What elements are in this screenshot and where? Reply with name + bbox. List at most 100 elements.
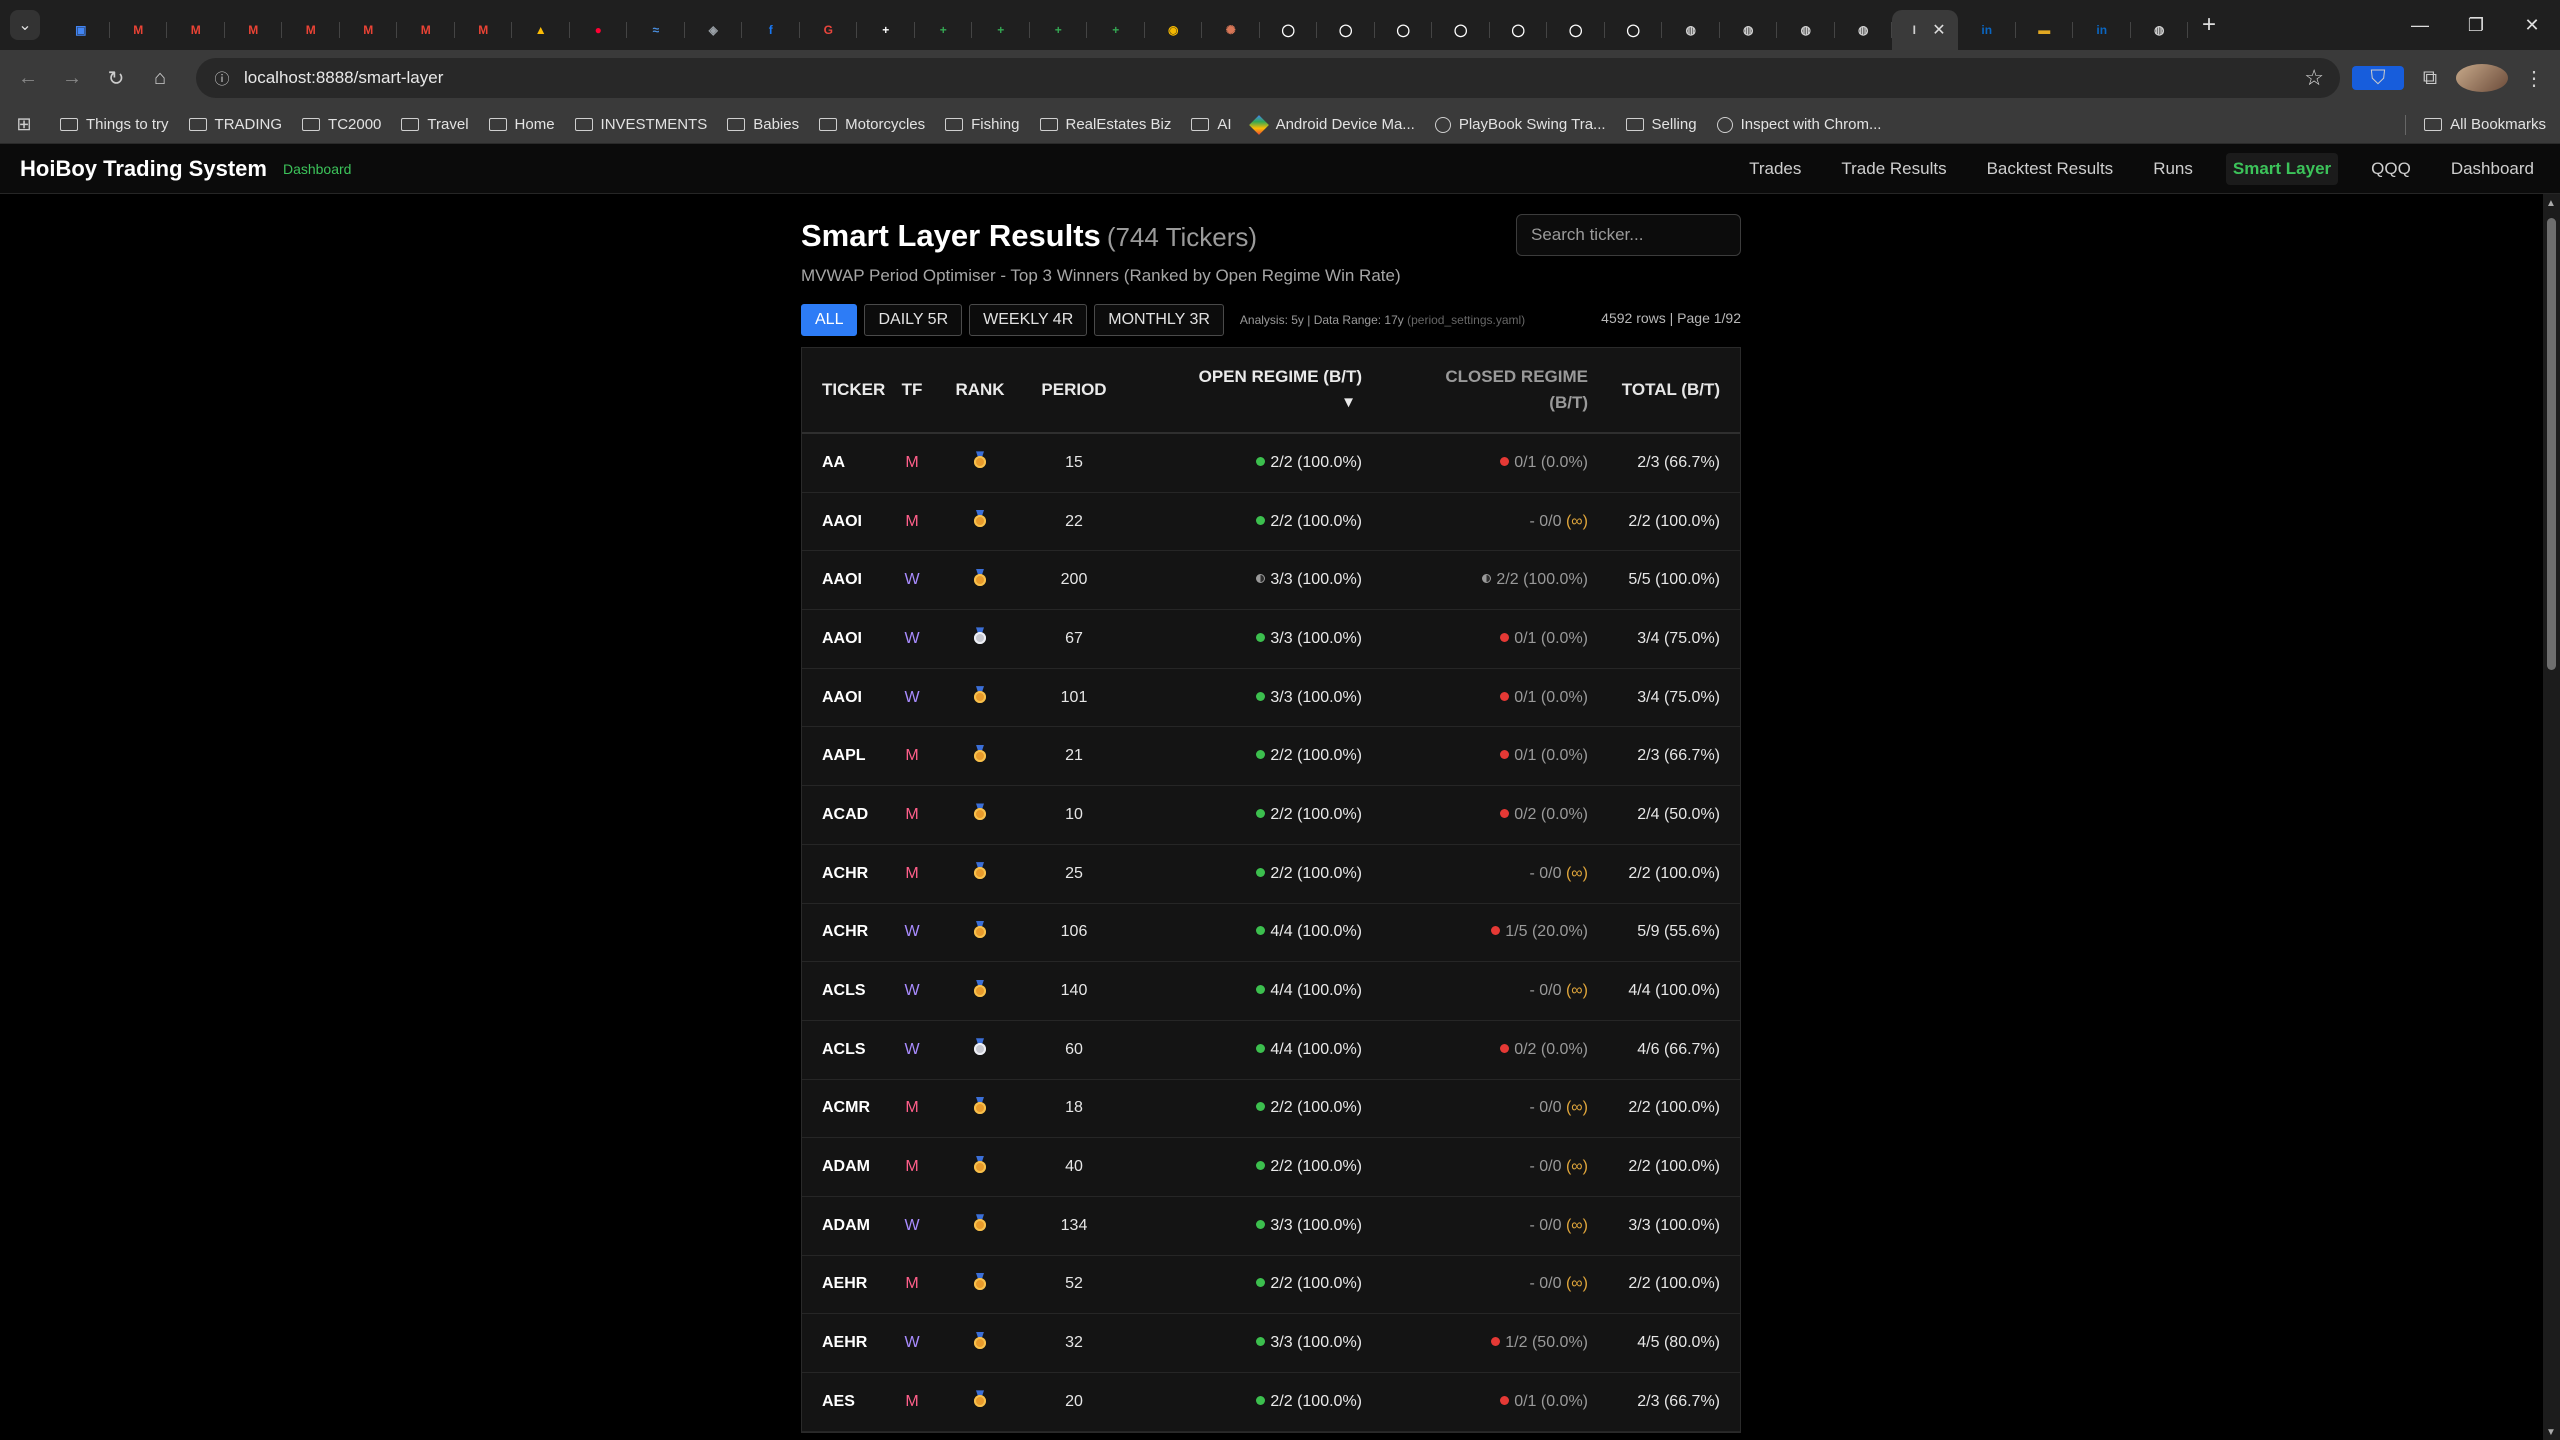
table-row[interactable]: ACHR W 106 4/4 (100.0%) 1/5 (20.0%) 5/9 (55.6… <box>802 904 1740 963</box>
browser-tab[interactable]: ◯ <box>1605 10 1663 50</box>
bookmark-item[interactable]: Inspect with Chrom... <box>1716 116 1881 133</box>
header-rank[interactable]: RANK <box>934 380 1026 400</box>
browser-tab[interactable]: ◍ <box>1835 10 1893 50</box>
browser-tab[interactable]: ◍ <box>2131 10 2189 50</box>
browser-tab[interactable]: M <box>397 10 455 50</box>
bookmark-item[interactable]: Selling <box>1625 116 1697 133</box>
browser-tab[interactable]: ◯ <box>1547 10 1605 50</box>
menu-button[interactable]: ⋮ <box>2508 66 2560 91</box>
header-period[interactable]: PERIOD <box>1026 380 1122 400</box>
table-row[interactable]: AEHR W 32 3/3 (100.0%) 1/2 (50.0%) 4/5 (80.0%… <box>802 1314 1740 1373</box>
table-row[interactable]: ACAD M 10 2/2 (100.0%) 0/2 (0.0%) 2/4 (50.0%) <box>802 786 1740 845</box>
search-ticker-input[interactable] <box>1516 214 1741 256</box>
browser-tab[interactable]: + <box>857 10 915 50</box>
browser-tab[interactable]: ▲ <box>512 10 570 50</box>
new-tab-icon[interactable]: + <box>2202 11 2216 39</box>
browser-tab[interactable]: ◍ <box>1662 10 1720 50</box>
browser-tab[interactable]: ✺ <box>1202 10 1260 50</box>
home-button[interactable]: ⌂ <box>138 58 182 98</box>
bookmark-item[interactable]: INVESTMENTS <box>574 116 707 133</box>
header-ticker[interactable]: TICKER <box>802 380 890 400</box>
table-row[interactable]: ADAM M 40 2/2 (100.0%) - 0/0 (∞) 2/2 (100.0%) <box>802 1138 1740 1197</box>
browser-tab[interactable]: ◈ <box>685 10 743 50</box>
tab-search-button[interactable]: ⌄ <box>10 10 40 40</box>
browser-tab[interactable]: ◍ <box>1720 10 1778 50</box>
table-row[interactable]: AAOI W 101 3/3 (100.0%) 0/1 (0.0%) 3/4 (75.0%… <box>802 669 1740 728</box>
table-row[interactable]: ACLS W 140 4/4 (100.0%) - 0/0 (∞) 4/4 (100.0%… <box>802 962 1740 1021</box>
browser-tab[interactable]: ≈ <box>627 10 685 50</box>
browser-tab[interactable]: ● <box>570 10 628 50</box>
bookmark-item[interactable]: Things to try <box>60 116 169 133</box>
bookmark-item[interactable]: Motorcycles <box>819 116 925 133</box>
reload-button[interactable]: ↻ <box>94 58 138 98</box>
browser-tab[interactable]: M <box>282 10 340 50</box>
browser-tab[interactable]: ▬ <box>2016 10 2074 50</box>
browser-tab[interactable]: ◯ <box>1317 10 1375 50</box>
table-row[interactable]: AEHR M 52 2/2 (100.0%) - 0/0 (∞) 2/2 (100.0%) <box>802 1256 1740 1315</box>
address-bar[interactable]: ⓘ localhost:8888/smart-layer ☆ <box>196 58 2340 98</box>
bookmark-item[interactable]: TC2000 <box>302 116 381 133</box>
browser-tab[interactable]: ◯ <box>1490 10 1548 50</box>
all-bookmarks-button[interactable]: All Bookmarks <box>2424 116 2546 133</box>
bookmark-item[interactable]: Android Device Ma... <box>1248 114 1415 135</box>
brand-title[interactable]: HoiBoy Trading System <box>20 156 267 182</box>
browser-tab[interactable]: ◯ <box>1432 10 1490 50</box>
browser-tab[interactable]: G <box>800 10 858 50</box>
nav-link-dashboard[interactable]: Dashboard <box>2444 153 2541 185</box>
header-tf[interactable]: TF <box>890 380 934 400</box>
nav-link-runs[interactable]: Runs <box>2146 153 2200 185</box>
table-row[interactable]: ACLS W 60 4/4 (100.0%) 0/2 (0.0%) 4/6 (66.7%) <box>802 1021 1740 1080</box>
table-row[interactable]: AAOI W 200 3/3 (100.0%) 2/2 (100.0%) 5/5 (100… <box>802 551 1740 611</box>
header-closed-regime[interactable]: CLOSED REGIME (B/T) <box>1372 364 1600 416</box>
table-row[interactable]: ADAM W 134 3/3 (100.0%) - 0/0 (∞) 3/3 (100.0%… <box>802 1197 1740 1256</box>
apps-grid-icon[interactable]: ⊞ <box>0 114 48 135</box>
browser-tab[interactable]: + <box>915 10 973 50</box>
browser-tab[interactable]: ◍ <box>1777 10 1835 50</box>
bookmark-item[interactable]: PlayBook Swing Tra... <box>1434 116 1606 133</box>
bookmark-item[interactable]: Fishing <box>945 116 1020 133</box>
bookmark-item[interactable]: Home <box>488 116 555 133</box>
table-row[interactable]: AAOI W 67 3/3 (100.0%) 0/1 (0.0%) 3/4 (75.0%) <box>802 610 1740 669</box>
browser-tab[interactable]: ◉ <box>1145 10 1203 50</box>
bookmark-item[interactable]: TRADING <box>188 116 282 133</box>
bookmark-star-icon[interactable]: ☆ <box>2304 65 2324 91</box>
table-row[interactable]: ACHR M 25 2/2 (100.0%) - 0/0 (∞) 2/2 (100.0%) <box>802 845 1740 904</box>
site-info-icon[interactable]: ⓘ <box>204 68 240 89</box>
browser-tab[interactable]: ▣ <box>52 10 110 50</box>
page-scrollbar[interactable]: ▲ ▼ <box>2543 194 2560 1440</box>
scroll-up-icon[interactable]: ▲ <box>2546 198 2556 209</box>
browser-tab[interactable]: ◯ <box>1260 10 1318 50</box>
header-open-regime[interactable]: OPEN REGIME (B/T) ▼ <box>1122 364 1372 416</box>
table-row[interactable]: AA M 15 2/2 (100.0%) 0/1 (0.0%) 2/3 (66.7%) <box>802 434 1740 493</box>
close-tab-icon[interactable]: ✕ <box>1932 20 1945 40</box>
browser-tab[interactable]: M <box>340 10 398 50</box>
browser-tab[interactable]: in <box>1958 10 2016 50</box>
restore-icon[interactable]: ❐ <box>2448 0 2504 50</box>
browser-tab[interactable]: M <box>225 10 283 50</box>
profile-button[interactable] <box>2456 64 2508 92</box>
nav-link-trades[interactable]: Trades <box>1742 153 1808 185</box>
browser-tab[interactable]: M <box>167 10 225 50</box>
table-row[interactable]: ACMR M 18 2/2 (100.0%) - 0/0 (∞) 2/2 (100.0%) <box>802 1080 1740 1139</box>
browser-tab[interactable]: I ✕ <box>1892 10 1958 50</box>
back-button[interactable]: ← <box>6 58 50 98</box>
bookmark-item[interactable]: Babies <box>727 116 799 133</box>
browser-tab[interactable]: M <box>455 10 513 50</box>
nav-link-qqq[interactable]: QQQ <box>2364 153 2418 185</box>
bitwarden-extension-button[interactable]: ⛉ <box>2352 66 2404 90</box>
browser-tab[interactable]: + <box>1087 10 1145 50</box>
scroll-down-icon[interactable]: ▼ <box>2546 1427 2556 1438</box>
table-row[interactable]: AES M 20 2/2 (100.0%) 0/1 (0.0%) 2/3 (66.7%) <box>802 1373 1740 1432</box>
nav-link-smart-layer[interactable]: Smart Layer <box>2225 153 2339 185</box>
extensions-button[interactable]: ⧉ <box>2404 67 2456 90</box>
browser-tab[interactable]: + <box>1030 10 1088 50</box>
nav-link-backtest-results[interactable]: Backtest Results <box>1980 153 2121 185</box>
scrollbar-thumb[interactable] <box>2547 218 2556 670</box>
nav-link-trade-results[interactable]: Trade Results <box>1834 153 1953 185</box>
bookmark-item[interactable]: AI <box>1191 116 1232 133</box>
table-row[interactable]: AAPL M 21 2/2 (100.0%) 0/1 (0.0%) 2/3 (66.7%) <box>802 727 1740 787</box>
minimize-icon[interactable]: — <box>2392 0 2448 50</box>
forward-button[interactable]: → <box>50 58 94 98</box>
browser-tab[interactable]: in <box>2073 10 2131 50</box>
browser-tab[interactable]: + <box>972 10 1030 50</box>
